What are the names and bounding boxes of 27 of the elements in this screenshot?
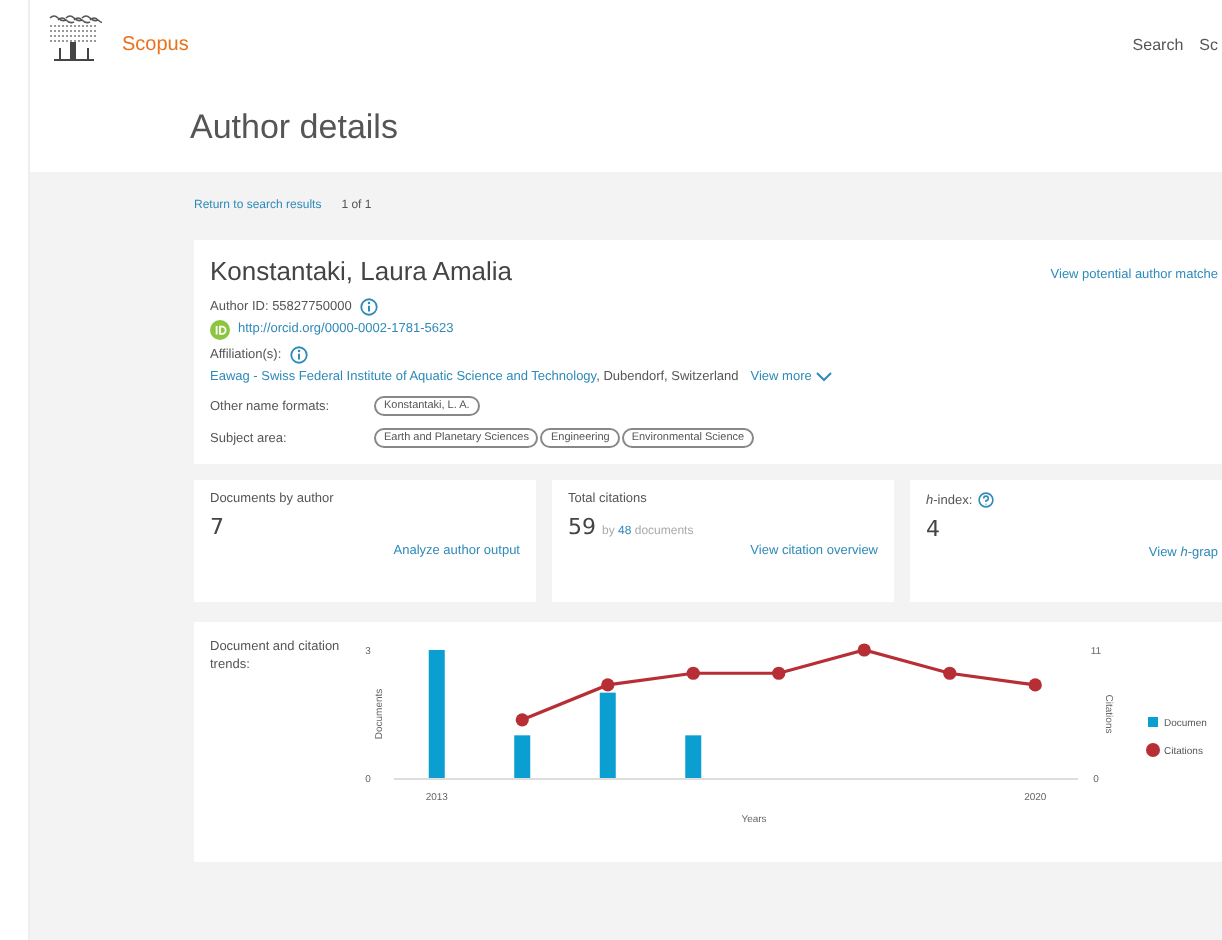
metric-value: 59: [568, 514, 596, 540]
chevron-down-icon: [815, 372, 832, 382]
info-icon: [289, 346, 308, 364]
bar: [685, 735, 702, 778]
metric-value: 4: [926, 516, 940, 542]
help-icon: [978, 492, 995, 508]
data-point: [515, 713, 529, 727]
legend-swatch: [1146, 743, 1160, 757]
bar: [514, 735, 531, 778]
nav-link[interactable]: Search: [1132, 35, 1184, 53]
data-point: [601, 678, 615, 692]
brand-name[interactable]: Scopus: [122, 33, 189, 55]
author-name: Konstantaki, Laura Amalia: [210, 256, 513, 286]
data-point: [772, 666, 786, 680]
data-point: [943, 666, 957, 680]
orcid-icon: [210, 319, 230, 339]
bar: [428, 650, 445, 778]
data-point: [686, 666, 700, 680]
tree-logo-icon: [46, 12, 102, 64]
data-point: [857, 643, 871, 657]
metric-value: 7: [210, 514, 224, 540]
page-title: Author details: [188, 106, 400, 150]
legend-swatch: [1148, 717, 1158, 727]
bar: [599, 692, 616, 778]
nav-link[interactable]: Sc: [1199, 35, 1218, 53]
info-icon: [359, 298, 378, 316]
data-point: [1028, 678, 1042, 692]
